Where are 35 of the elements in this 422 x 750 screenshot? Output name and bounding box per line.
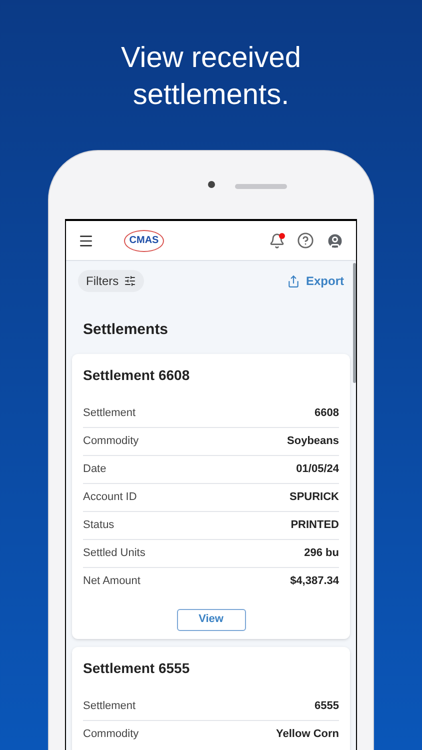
scrollbar[interactable] xyxy=(353,263,356,383)
headline: View received settlements. xyxy=(120,41,302,113)
card-title: Settlement 6608 xyxy=(83,366,191,384)
field-label: Commodity xyxy=(83,434,139,449)
user-avatar-icon[interactable] xyxy=(326,232,344,250)
field-value: $4,387.34 xyxy=(290,574,339,590)
field-value: 6608 xyxy=(314,406,339,421)
page-title: Settlements xyxy=(83,320,170,340)
field-label: Commodity xyxy=(83,727,139,742)
field-label: Settlement xyxy=(83,406,136,421)
filters-button[interactable]: Filters xyxy=(78,270,144,292)
notification-bell-icon[interactable] xyxy=(269,232,285,248)
field-label: Settlement xyxy=(83,698,136,714)
export-button[interactable]: Export xyxy=(286,272,344,290)
field-value: Soybeans xyxy=(287,434,339,449)
help-icon[interactable] xyxy=(297,232,314,249)
field-label: Account ID xyxy=(83,490,137,505)
field-value: PRINTED xyxy=(290,518,339,533)
field-label: Net Amount xyxy=(83,574,140,590)
field-value: SPURICK xyxy=(289,490,339,505)
field-label: Status xyxy=(83,518,114,533)
view-button[interactable]: View xyxy=(176,608,246,630)
share-icon xyxy=(286,274,300,288)
field-value: 01/05/24 xyxy=(296,462,339,477)
field-value: Yellow Corn xyxy=(276,727,339,742)
speaker-icon xyxy=(235,184,287,189)
logo-text: CMAS xyxy=(129,234,159,248)
field-label: Settled Units xyxy=(83,546,146,561)
camera-icon xyxy=(208,181,214,188)
menu-icon[interactable] xyxy=(78,232,94,248)
field-value: 296 bu xyxy=(304,546,339,561)
field-label: Date xyxy=(83,462,106,477)
card-title: Settlement 6555 xyxy=(83,658,191,678)
sliders-icon xyxy=(124,275,136,287)
field-value: 6555 xyxy=(314,698,339,714)
